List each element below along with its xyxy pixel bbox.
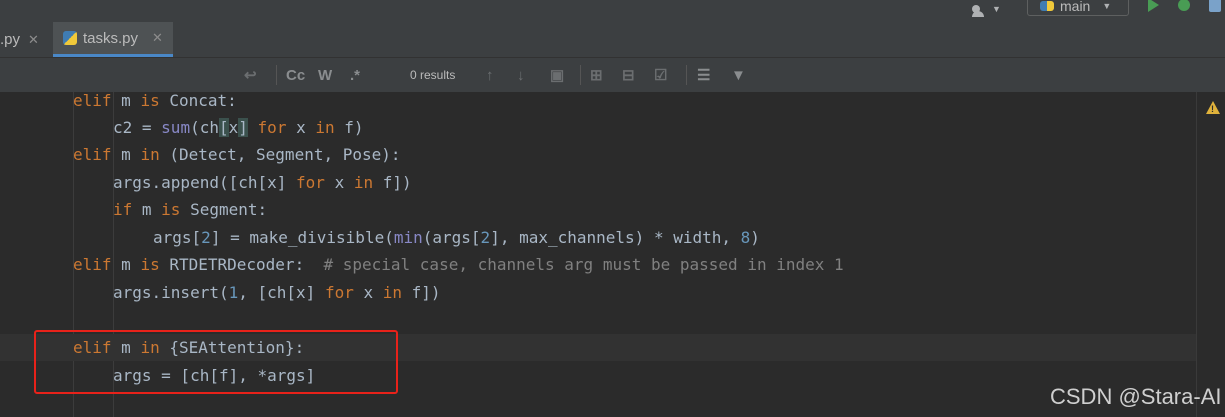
code-line: args[2] = make_divisible(min(args[2], ma… [153, 228, 760, 247]
python-icon [1040, 1, 1054, 11]
close-icon[interactable]: ✕ [28, 32, 39, 48]
code-line: elif m is Concat: [73, 91, 237, 110]
highlight-annotation-box [34, 330, 398, 394]
warning-mark: ! [1211, 104, 1214, 114]
tab-tasks-py[interactable]: tasks.py ✕ [53, 22, 173, 57]
vcs-user-button[interactable]: ▼ [972, 0, 1001, 18]
inspection-gutter [1196, 92, 1225, 417]
watermark: CSDN @Stara-AI [1050, 384, 1222, 409]
main-toolbar: ▼ main ▼ [0, 0, 1225, 23]
debug-icon[interactable] [1178, 0, 1190, 11]
tab-label: tasks.py [83, 29, 139, 47]
editor-tabs: .py ✕ tasks.py ✕ [0, 22, 1225, 58]
code-line: args.append([ch[x] for x in f]) [113, 173, 412, 192]
code-line: args.insert(1, [ch[x] for x in f]) [113, 283, 441, 302]
tab-label: .py [0, 31, 21, 48]
code-line: c2 = sum(ch[x] for x in f) [113, 118, 364, 137]
chevron-down-icon: ▼ [1102, 1, 1112, 11]
run-icon[interactable] [1148, 0, 1159, 12]
coverage-icon[interactable] [1209, 0, 1221, 12]
tab-other-file[interactable]: .py ✕ [0, 22, 50, 57]
python-file-icon [63, 31, 77, 45]
code-line: elif m is RTDETRDecoder: # special case,… [73, 255, 844, 274]
chevron-down-icon: ▼ [992, 4, 1001, 14]
run-configuration-label: main [1060, 0, 1091, 14]
code-line: elif m in (Detect, Segment, Pose): [73, 145, 401, 164]
close-icon[interactable]: ✕ [152, 30, 163, 46]
run-configuration-selector[interactable]: main ▼ [1027, 0, 1129, 16]
search-results-count: 0 results [410, 68, 456, 82]
code-line: if m is Segment: [113, 200, 268, 219]
